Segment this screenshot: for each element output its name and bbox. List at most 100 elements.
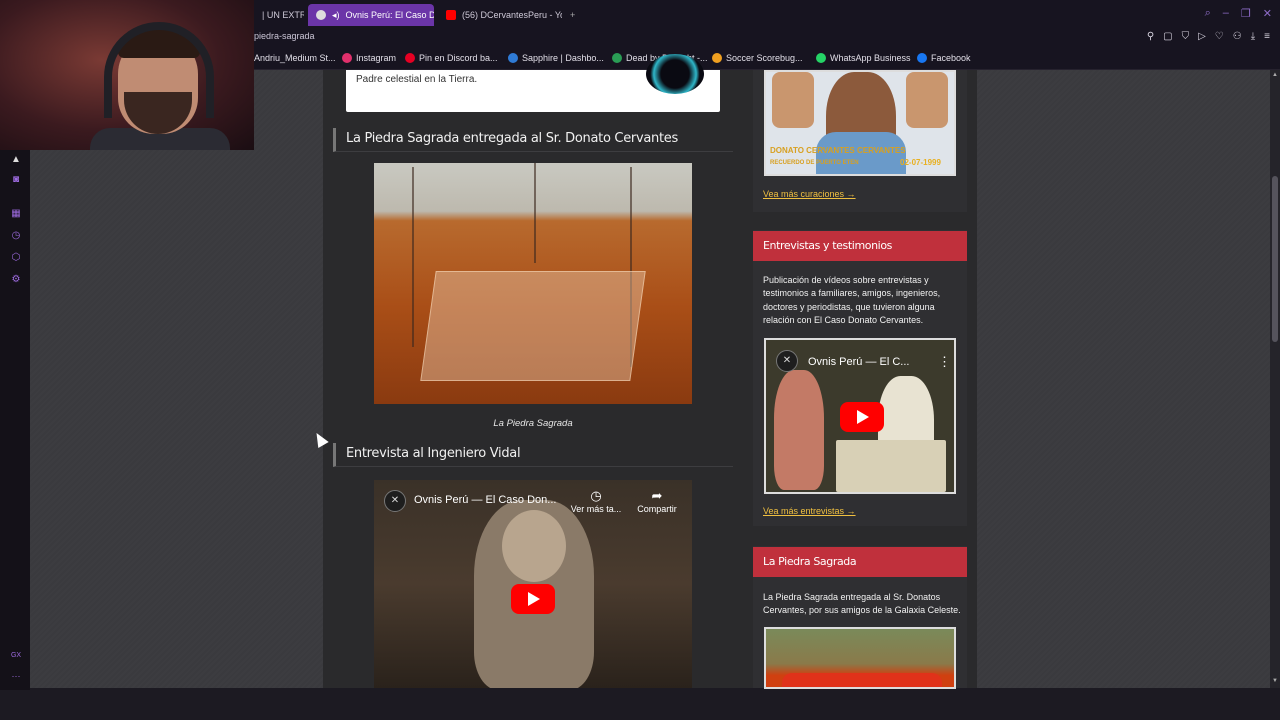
bookmark-label: Facebook <box>931 53 971 63</box>
thumb-caption-name: DONATO CERVANTES CERVANTES <box>770 146 906 155</box>
bookmark-facebook[interactable]: Facebook <box>917 53 971 63</box>
bookmark-label: Soccer Scorebug... <box>726 53 803 63</box>
shield-icon[interactable]: ⛉ <box>1182 31 1190 42</box>
entrevistas-heading: Entrevistas y testimonios <box>753 231 967 261</box>
thumb-caption-place: RECUERDO DE PUERTO ETEN <box>770 160 859 166</box>
instagram-icon <box>342 53 352 63</box>
close-icon[interactable]: ✕ <box>1263 7 1272 20</box>
section-title-piedra: La Piedra Sagrada entregada al Sr. Donat… <box>333 128 733 152</box>
tab-un-extra[interactable]: | UN EXTRA <box>254 4 304 26</box>
scroll-up-icon[interactable]: ▲ <box>1271 72 1279 78</box>
download-icon[interactable]: ⤓ <box>1251 31 1255 42</box>
youtube-embed-vidal[interactable]: ✕ Ovnis Perú — El Caso Don... ◷ Ver más … <box>374 480 692 688</box>
page-scrollbar[interactable]: ▲ ▼ <box>1270 70 1280 688</box>
user-icon[interactable]: ⚇ <box>1233 31 1242 42</box>
video-menu-icon[interactable]: ⋮ <box>938 354 951 370</box>
video-person-head <box>502 510 566 582</box>
channel-logo-icon[interactable]: ✕ <box>384 490 406 512</box>
play-button[interactable] <box>840 402 884 432</box>
video-title[interactable]: Ovnis Perú — El Caso Don... <box>414 494 556 506</box>
curaciones-thumbnail[interactable]: DONATO CERVANTES CERVANTES RECUERDO DE P… <box>764 70 956 176</box>
share-label: Compartir <box>637 504 677 514</box>
tab-ovnis-peru[interactable]: ◂) Ovnis Perú: El Caso D <box>308 4 434 26</box>
webcam-overlay <box>0 0 254 150</box>
channel-logo-icon[interactable]: ✕ <box>776 350 798 372</box>
thumb-caption-date: 02-07-1999 <box>900 158 941 167</box>
youtube-embed-entrevistas[interactable]: ✕ Ovnis Perú — El C... ⋮ <box>764 338 956 494</box>
entrevistas-description: Publicación de vídeos sobre entrevistas … <box>763 275 941 326</box>
video-person <box>774 370 824 490</box>
history-icon[interactable]: ◷ <box>10 230 22 242</box>
glass-edge <box>534 163 536 263</box>
bookmark-label: Instagram <box>356 53 397 63</box>
tab-label: Ovnis Perú: El Caso D <box>345 10 434 20</box>
maximize-icon[interactable]: ❐ <box>1241 7 1251 20</box>
section-title-entrevista: Entrevista al Ingeniero Vidal <box>333 443 733 467</box>
menu-icon[interactable]: ≡ <box>1264 31 1270 42</box>
youtube-icon <box>446 10 456 20</box>
intro-card: Padre celestial en la Tierra. <box>346 54 720 112</box>
tab-label: | UN EXTRA <box>262 10 304 20</box>
extensions-icon[interactable]: ⬡ <box>10 252 22 264</box>
scorebug-icon <box>712 53 722 63</box>
sapphire-icon <box>508 53 518 63</box>
clock-icon: ◷ <box>590 488 602 503</box>
snapshot-icon[interactable]: ▢ <box>1163 31 1172 42</box>
tab-youtube[interactable]: (56) DCervantesPeru - Yo <box>438 4 562 26</box>
minimize-icon[interactable]: – <box>1223 7 1229 20</box>
pinterest-icon <box>405 53 415 63</box>
play-icon[interactable]: ▷ <box>1198 31 1206 42</box>
bookmark-whatsapp[interactable]: WhatsApp Business <box>816 53 911 63</box>
bookmark-label: WhatsApp Business <box>830 53 911 63</box>
new-tab-button[interactable]: + <box>562 4 582 26</box>
bookmark-andriu[interactable]: Andriu_Medium St... <box>254 53 336 63</box>
gx-corner-icon[interactable]: ▲ <box>10 154 22 166</box>
ovnis-favicon-icon <box>316 10 326 20</box>
watch-later-button[interactable]: ◷ Ver más ta... <box>568 488 624 514</box>
dbd-icon <box>612 53 622 63</box>
bookmark-pinterest[interactable]: Pin en Discord ba... <box>405 53 498 63</box>
heart-icon[interactable]: ♡ <box>1215 31 1224 42</box>
curaciones-link[interactable]: Vea más curaciones → <box>763 189 856 199</box>
toolbar-icons: ⚲ ▢ ⛉ ▷ ♡ ⚇ ⤓ ≡ <box>1147 31 1270 42</box>
plus-icon: + <box>570 10 576 20</box>
share-button[interactable]: ➦ Compartir <box>632 488 682 514</box>
glass-edge <box>412 167 414 347</box>
galaxy-orb-image <box>646 54 704 94</box>
facebook-icon <box>917 53 927 63</box>
glass-stone <box>420 271 646 381</box>
entrevistas-link[interactable]: Vea más entrevistas → <box>763 506 856 516</box>
piedra-heading: La Piedra Sagrada <box>753 547 967 577</box>
bookmark-instagram[interactable]: Instagram <box>342 53 396 63</box>
url-text[interactable]: piedra-sagrada <box>254 31 315 41</box>
piedra-description: La Piedra Sagrada entregada al Sr. Donat… <box>763 592 961 616</box>
photo-caption: La Piedra Sagrada <box>493 418 573 429</box>
video-title[interactable]: Ovnis Perú — El C... <box>808 356 909 368</box>
piedra-sagrada-photo[interactable] <box>374 163 692 404</box>
scrollbar-thumb[interactable] <box>1272 176 1278 342</box>
apps-icon[interactable]: ▦ <box>10 208 22 220</box>
browser-sidebar: ▲ ◙ ▦ ◷ ⬡ ⚙ GX ··· <box>0 150 30 690</box>
share-icon: ➦ <box>651 488 663 503</box>
twitch-icon[interactable]: ◙ <box>10 174 22 186</box>
thumb-base <box>782 673 942 687</box>
headset-icon <box>104 22 214 118</box>
watch-later-label: Ver más ta... <box>570 504 622 514</box>
play-button[interactable] <box>511 584 555 614</box>
speaker-icon: ◂) <box>332 9 340 20</box>
bookmark-label: Andriu_Medium St... <box>254 53 336 63</box>
whatsapp-icon <box>816 53 826 63</box>
bookmark-scorebug[interactable]: Soccer Scorebug... <box>712 53 803 63</box>
thumb-hand-left <box>772 72 814 128</box>
piedra-thumbnail[interactable] <box>764 627 956 689</box>
gx-label[interactable]: GX <box>10 650 22 662</box>
settings-icon[interactable]: ⚙ <box>10 274 22 286</box>
thumb-hand-right <box>906 72 948 128</box>
more-icon[interactable]: ··· <box>10 670 22 682</box>
search-icon[interactable]: ⌕ <box>1205 7 1211 20</box>
bookmark-sapphire[interactable]: Sapphire | Dashbo... <box>508 53 604 63</box>
scroll-down-icon[interactable]: ▼ <box>1271 678 1279 684</box>
pin-icon[interactable]: ⚲ <box>1147 31 1154 42</box>
bookmark-label: Pin en Discord ba... <box>419 53 498 63</box>
browser-window: | UN EXTRA ◂) Ovnis Perú: El Caso D (56)… <box>0 0 1280 720</box>
